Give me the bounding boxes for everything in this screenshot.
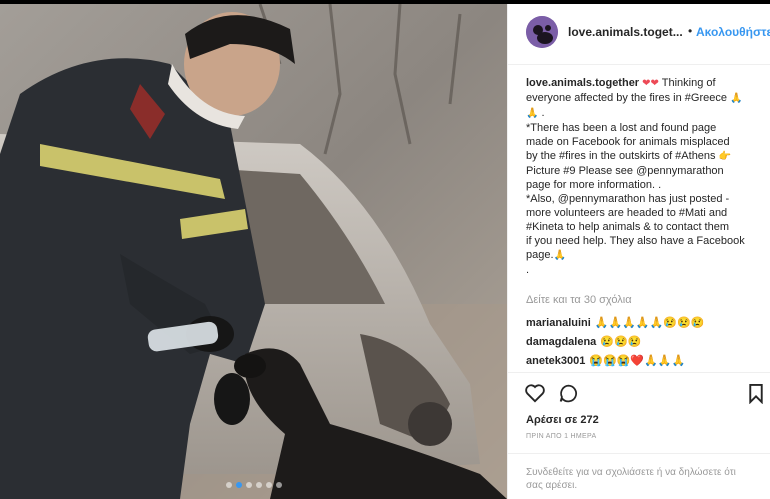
comment-username[interactable]: anetek3001 — [526, 355, 585, 367]
avatar[interactable] — [526, 16, 558, 48]
comment-username[interactable]: damagdalena — [526, 336, 596, 348]
carousel-dot-active — [235, 482, 242, 488]
login-prompt[interactable]: Συνδεθείτε για να σχολιάσετε ή να δηλώσε… — [508, 453, 770, 499]
comment-row: marianaluini 🙏🙏🙏🙏🙏😢😢😢 — [526, 316, 704, 329]
caption-line: if you need help. They also have a Faceb… — [526, 235, 745, 247]
post-side-panel: love.animals.toget... • Ακολουθήστε love… — [507, 4, 770, 499]
post-author-username[interactable]: love.animals.toget... — [568, 25, 683, 39]
view-all-comments-link[interactable]: Δείτε και τα 30 σχόλια — [526, 294, 632, 306]
caption-text: page. — [526, 249, 554, 261]
praying-hands-icon: 🙏 — [730, 93, 743, 104]
carousel-dot — [265, 482, 272, 488]
comment-username[interactable]: marianaluini — [526, 317, 591, 329]
carousel-dot — [245, 482, 252, 488]
caption-text: Thinking of — [661, 77, 716, 89]
comment-text: 🙏🙏🙏🙏🙏😢😢😢 — [594, 317, 705, 329]
action-bar — [508, 372, 770, 413]
caption-text: everyone affected by the fires in #Greec… — [526, 92, 727, 104]
follow-button[interactable]: Ακολουθήστε — [696, 25, 770, 39]
caption-line: love.animals.together ❤❤ Thinking of — [526, 76, 762, 91]
caption-line: page for more information. . — [526, 179, 662, 191]
praying-hands-icon: 🙏 — [526, 108, 539, 119]
caption-line: . — [526, 264, 530, 276]
header-separator: • — [688, 24, 693, 38]
caption-line: by the #fires in the outskirts of #Athen… — [526, 149, 762, 164]
likes-count[interactable]: Αρέσει σε 272 — [526, 414, 599, 426]
praying-hands-icon: 🙏 — [553, 250, 566, 261]
caption-line: more volunteers are headed to #Mati and — [526, 207, 728, 219]
bookmark-icon[interactable] — [748, 383, 764, 409]
caption: love.animals.together ❤❤ Thinking of eve… — [526, 76, 762, 277]
caption-line: page.🙏 — [526, 248, 762, 263]
firefighter-dog-image — [0, 4, 507, 499]
caption-text: . — [541, 107, 545, 119]
carousel-indicator — [0, 475, 507, 493]
heart-outline-icon[interactable] — [524, 383, 546, 408]
post-timestamp: ΠΡΙΝ ΑΠΟ 1 ΗΜΕΡΑ — [526, 433, 597, 440]
comment-row: anetek3001 😭😭😭❤️🙏🙏🙏 — [526, 354, 685, 367]
caption-line: 🙏 . — [526, 106, 762, 121]
caption-text: by the #fires in the outskirts of #Athen… — [526, 150, 716, 162]
carousel-dot — [275, 482, 282, 488]
caption-line: *Also, @pennymarathon has just posted - — [526, 193, 730, 205]
carousel-dot — [255, 482, 262, 488]
caption-line: made on Facebook for animals misplaced — [526, 136, 730, 148]
post-header: love.animals.toget... • Ακολουθήστε — [508, 4, 770, 65]
caption-line: *There has been a lost and found page — [526, 122, 717, 134]
carousel-dot — [225, 482, 232, 488]
avatar-icon — [526, 16, 558, 48]
caption-line: Picture #9 Please see @pennymarathon — [526, 165, 724, 177]
speech-bubble-icon[interactable] — [558, 383, 579, 409]
caption-username[interactable]: love.animals.together — [526, 77, 639, 89]
comment-text: 😭😭😭❤️🙏🙏🙏 — [589, 355, 686, 367]
pointing-hand-icon: 👉 — [718, 151, 732, 162]
comment-row: damagdalena 😢😢😢 — [526, 335, 641, 348]
comment-text: 😢😢😢 — [600, 336, 642, 348]
heart-emoji-icon: ❤❤ — [642, 78, 659, 89]
caption-line: everyone affected by the fires in #Greec… — [526, 91, 762, 106]
post-photo[interactable] — [0, 4, 507, 499]
caption-line: #Kineta to help animals & to contact the… — [526, 221, 730, 233]
